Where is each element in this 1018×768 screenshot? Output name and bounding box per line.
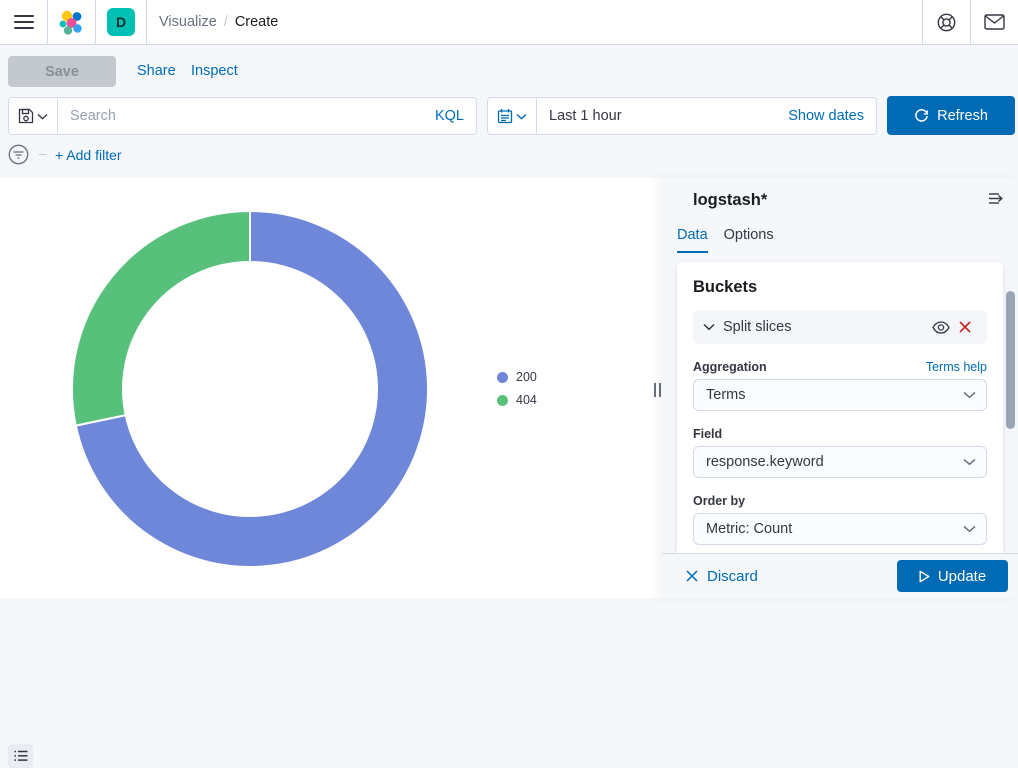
close-icon: [686, 570, 698, 582]
search-input[interactable]: [58, 108, 435, 124]
panel-scrollbar[interactable]: [1006, 291, 1015, 429]
editor-side-panel: logstash* Data Options Buckets Split sli…: [662, 178, 1018, 598]
filter-bar: + Add filter: [8, 144, 122, 165]
list-icon: [14, 750, 28, 762]
help-menu-button[interactable]: [923, 0, 970, 45]
mail-icon: [984, 14, 1005, 30]
chevron-down-icon: [963, 391, 976, 399]
aggregation-value: Terms: [706, 387, 963, 403]
legend-item-404[interactable]: 404: [497, 393, 537, 407]
split-slices-label: Split slices: [723, 319, 929, 335]
aggregation-select[interactable]: Terms: [693, 379, 987, 411]
quick-select-menu-button[interactable]: [488, 98, 537, 134]
play-icon: [919, 570, 930, 583]
chevron-down-icon: [37, 113, 48, 120]
donut-chart-svg: [0, 178, 662, 598]
show-dates-button[interactable]: Show dates: [788, 108, 876, 124]
field-label: Field: [693, 427, 722, 441]
aggregation-label: Aggregation: [693, 360, 767, 374]
inspect-button[interactable]: Inspect: [191, 63, 238, 79]
save-query-icon: [18, 108, 34, 124]
donut-slice-404[interactable]: [72, 211, 250, 426]
order-by-select[interactable]: Metric: Count: [693, 513, 987, 545]
refresh-label: Refresh: [937, 108, 988, 124]
help-icon: [937, 13, 956, 32]
toggle-visibility-button[interactable]: [929, 315, 953, 339]
time-range-value[interactable]: Last 1 hour: [537, 108, 788, 124]
query-language-switcher[interactable]: KQL: [435, 108, 476, 124]
share-button[interactable]: Share: [137, 63, 176, 79]
buckets-card: Buckets Split slices: [677, 262, 1003, 553]
discard-label: Discard: [707, 568, 758, 585]
query-bar: KQL: [8, 97, 477, 135]
calendar-icon: [497, 108, 513, 124]
legend-toggle-button[interactable]: [8, 744, 33, 768]
breadcrumb-visualize[interactable]: Visualize: [159, 14, 217, 30]
order-by-value: Metric: Count: [706, 521, 963, 537]
close-icon: [959, 321, 971, 333]
update-label: Update: [938, 568, 986, 585]
index-pattern-title: logstash*: [693, 191, 767, 210]
terms-help-link[interactable]: Terms help: [926, 360, 987, 374]
saved-query-menu-button[interactable]: [9, 98, 58, 134]
breadcrumb-create: Create: [235, 14, 279, 30]
chevron-down-icon: [963, 458, 976, 466]
legend-dot-404: [497, 395, 508, 406]
eye-icon: [932, 321, 950, 334]
legend-item-200[interactable]: 200: [497, 370, 537, 384]
breadcrumb: Visualize / Create: [159, 14, 278, 30]
buckets-title: Buckets: [693, 278, 987, 297]
elastic-logo[interactable]: [48, 0, 95, 45]
add-filter-button[interactable]: + Add filter: [55, 147, 122, 163]
panel-resize-handle[interactable]: [654, 382, 661, 398]
elastic-logo-icon: [59, 10, 84, 35]
menu-hamburger-icon[interactable]: [0, 0, 47, 45]
chevron-down-icon: [516, 113, 527, 120]
panel-tabs: Data Options: [677, 227, 774, 253]
field-select[interactable]: response.keyword: [693, 446, 987, 478]
split-slices-accordion[interactable]: Split slices: [693, 310, 987, 344]
tab-options[interactable]: Options: [724, 227, 774, 253]
menu-right-icon: [988, 192, 1004, 205]
legend-label-404: 404: [516, 393, 537, 407]
chart-legend: 200 404: [497, 370, 537, 407]
remove-bucket-button[interactable]: [953, 315, 977, 339]
order-by-label: Order by: [693, 494, 745, 508]
filter-divider: [39, 154, 47, 155]
chevron-down-icon: [963, 525, 976, 533]
top-nav: D Visualize / Create: [0, 0, 1018, 45]
space-avatar[interactable]: D: [107, 8, 135, 36]
legend-label-200: 200: [516, 370, 537, 384]
tab-data[interactable]: Data: [677, 227, 708, 253]
collapse-panel-button[interactable]: [988, 192, 1004, 205]
breadcrumb-separator: /: [224, 14, 228, 30]
editor-footer: Discard Update: [662, 553, 1018, 598]
chevron-down-icon: [703, 323, 715, 331]
kibana-visualize-create-page: D Visualize / Create: [0, 0, 1018, 598]
update-button[interactable]: Update: [897, 560, 1008, 592]
filter-icon[interactable]: [8, 144, 29, 165]
legend-dot-200: [497, 372, 508, 383]
refresh-icon: [914, 108, 929, 123]
field-value: response.keyword: [706, 454, 963, 470]
visualization-canvas: 200 404: [0, 178, 662, 598]
discard-button[interactable]: Discard: [686, 568, 758, 585]
date-picker: Last 1 hour Show dates: [487, 97, 877, 135]
newsfeed-button[interactable]: [971, 0, 1018, 45]
save-button[interactable]: Save: [8, 56, 116, 87]
refresh-button[interactable]: Refresh: [887, 96, 1015, 135]
